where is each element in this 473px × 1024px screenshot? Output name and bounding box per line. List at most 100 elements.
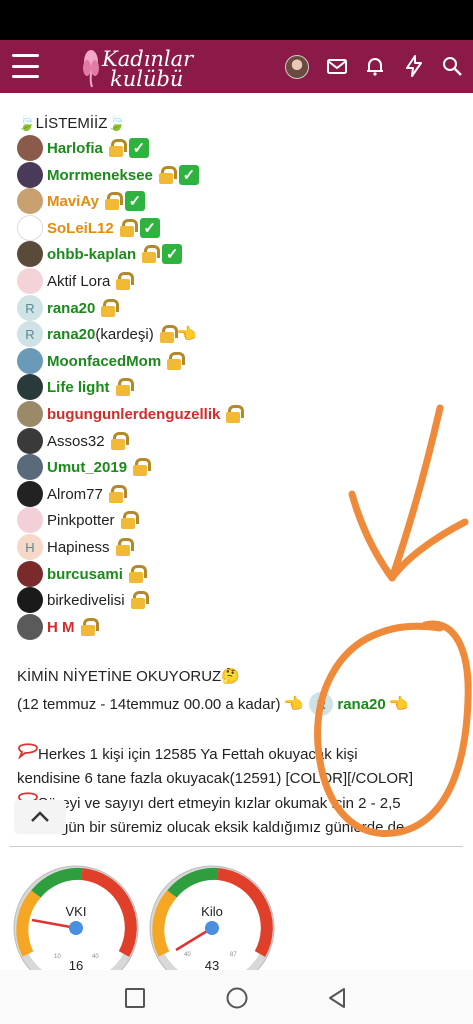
- mail-icon[interactable]: [325, 54, 349, 78]
- avatar[interactable]: H: [17, 534, 43, 560]
- post-line-2: kendisine 6 tane fazla okuyacak(12591) […: [17, 770, 414, 787]
- collapse-button[interactable]: [14, 800, 66, 834]
- vki-gauge: 10 40 VKI 16: [13, 865, 139, 974]
- back-icon[interactable]: [326, 986, 348, 1010]
- avatar[interactable]: [17, 401, 43, 427]
- screen: Kadınlar kulübü 🍃LİSTEMİİZ🍃 Harlofia ✓ Mor…: [0, 0, 473, 1024]
- gauge-label: VKI: [66, 904, 87, 919]
- member-row: Morrmeneksee ✓: [17, 162, 199, 188]
- avatar[interactable]: [17, 162, 43, 188]
- avatar[interactable]: [17, 507, 43, 533]
- post-content: 🍃LİSTEMİİZ🍃 Harlofia ✓ Morrmeneksee ✓ MaviAy…: [0, 93, 473, 963]
- member-row: Harlofia ✓: [17, 135, 149, 161]
- recent-apps-icon[interactable]: [124, 987, 146, 1009]
- divider: [10, 846, 463, 847]
- avatar[interactable]: [17, 614, 43, 640]
- member-row: burcusami: [17, 561, 147, 587]
- member-name-link[interactable]: rana20: [47, 326, 95, 343]
- member-name-link[interactable]: MoonfacedMom: [47, 353, 161, 370]
- member-name-link[interactable]: ohbb-kaplan: [47, 246, 136, 263]
- gauge-max: 40: [92, 954, 99, 960]
- logo-text-1: Kadınlar: [102, 47, 194, 71]
- logo-text-2: kulübü: [110, 67, 184, 91]
- member-name-link[interactable]: Alrom77: [47, 486, 103, 503]
- user-avatar[interactable]: [285, 55, 309, 79]
- member-name-link[interactable]: H M: [47, 619, 75, 636]
- member-name-link[interactable]: bugungunlerdenguzellik: [47, 406, 220, 423]
- member-row: MoonfacedMom: [17, 348, 186, 374]
- android-nav-bar: [0, 970, 473, 1024]
- site-header: Kadınlar kulübü: [0, 40, 473, 93]
- home-icon[interactable]: [225, 986, 249, 1010]
- pointing-hand-icon: 👈: [283, 696, 304, 713]
- lock-icon: [120, 511, 139, 529]
- member-name-link[interactable]: Life light: [47, 379, 110, 396]
- avatar[interactable]: [17, 268, 43, 294]
- member-name-link[interactable]: Umut_2019: [47, 459, 127, 476]
- lock-icon: [128, 565, 147, 583]
- member-name-link[interactable]: MaviAy: [47, 193, 99, 210]
- niyet-user-link[interactable]: rana20: [337, 696, 385, 713]
- logo-flower-icon: [83, 50, 99, 88]
- member-name-link[interactable]: Pinkpotter: [47, 512, 115, 529]
- kilo-gauge: 40 87 Kilo 43: [149, 865, 275, 974]
- avatar[interactable]: [17, 215, 43, 241]
- avatar[interactable]: [17, 454, 43, 480]
- member-name-link[interactable]: Hapiness: [47, 539, 110, 556]
- site-logo[interactable]: Kadınlar kulübü: [80, 46, 195, 90]
- avatar[interactable]: R: [17, 295, 43, 321]
- avatar[interactable]: [17, 135, 43, 161]
- avatar[interactable]: [17, 587, 43, 613]
- lock-icon: [108, 139, 127, 157]
- gauge-max: 87: [230, 952, 237, 958]
- gauge-label: Kilo: [201, 904, 223, 919]
- bell-icon[interactable]: [363, 54, 387, 78]
- lock-icon: [142, 245, 161, 263]
- member-row: birkedivelisi: [17, 587, 149, 613]
- avatar[interactable]: [17, 241, 43, 267]
- lock-icon: [158, 166, 177, 184]
- avatar[interactable]: [17, 188, 43, 214]
- lock-icon: [108, 485, 127, 503]
- member-row: MaviAy ✓: [17, 188, 145, 214]
- avatar[interactable]: R: [309, 692, 334, 716]
- member-name-link[interactable]: Harlofia: [47, 140, 103, 157]
- member-row: ohbb-kaplan ✓: [17, 241, 183, 267]
- member-name-link[interactable]: Morrmeneksee: [47, 167, 153, 184]
- gauge-min: 40: [184, 952, 191, 958]
- list-title: 🍃LİSTEMİİZ🍃: [17, 115, 127, 132]
- member-row: Rrana20: [17, 295, 120, 321]
- avatar[interactable]: [17, 561, 43, 587]
- search-icon[interactable]: [440, 54, 464, 78]
- lightning-icon[interactable]: [402, 54, 426, 78]
- chevron-up-icon: [31, 811, 49, 822]
- lock-icon: [119, 219, 138, 237]
- member-row: Aktif Lora: [17, 268, 135, 294]
- avatar[interactable]: [17, 481, 43, 507]
- member-name-link[interactable]: burcusami: [47, 566, 123, 583]
- avatar[interactable]: [17, 348, 43, 374]
- lock-icon: [159, 325, 178, 343]
- avatar[interactable]: [17, 428, 43, 454]
- lock-icon: [167, 352, 186, 370]
- check-mark-icon: ✓: [128, 138, 149, 158]
- member-row: H Hapiness: [17, 534, 134, 560]
- avatar[interactable]: [17, 374, 43, 400]
- check-mark-icon: ✓: [162, 244, 183, 264]
- niyet-row: (12 temmuz - 14temmuz 00.00 a kadar) 👈 R…: [17, 692, 409, 716]
- avatar[interactable]: R: [17, 321, 43, 347]
- member-name-link[interactable]: SoLeiL12: [47, 220, 114, 237]
- pointing-hand-icon: 👈: [388, 696, 409, 713]
- post-line-3: Süreyi ve sayıyı dert etmeyin kızlar oku…: [38, 795, 401, 812]
- pointing-hand-icon: 👈: [176, 326, 197, 343]
- member-name-link[interactable]: birkedivelisi: [47, 592, 125, 609]
- member-row: Alrom77: [17, 481, 127, 507]
- member-name-link[interactable]: Assos32: [47, 433, 105, 450]
- member-name-link[interactable]: Aktif Lora: [47, 273, 110, 290]
- lock-icon: [226, 405, 245, 423]
- lock-icon: [116, 272, 135, 290]
- lock-icon: [110, 432, 129, 450]
- member-name-link[interactable]: rana20: [47, 300, 95, 317]
- lock-icon: [130, 591, 149, 609]
- menu-icon[interactable]: [12, 54, 39, 78]
